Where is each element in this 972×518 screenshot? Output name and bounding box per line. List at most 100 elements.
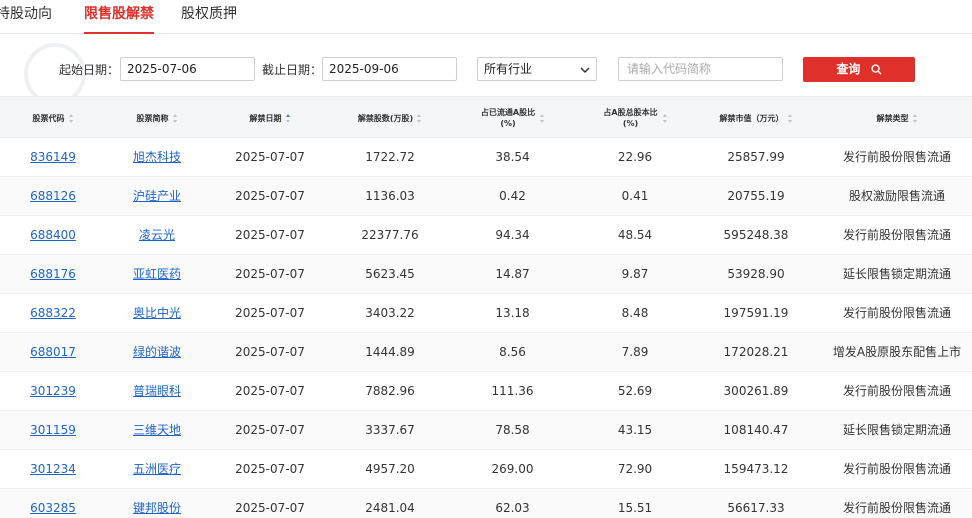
unlock-date: 2025-07-07	[235, 423, 305, 437]
tab-holding-trends[interactable]: 持股动向	[0, 4, 52, 34]
stock-name-link[interactable]: 绿的谐波	[117, 333, 197, 372]
stock-code-link[interactable]: 603285	[18, 489, 88, 518]
tab-bar: 持股动向 限售股解禁 股权质押	[0, 0, 972, 34]
unlock-value: 159473.12	[723, 462, 789, 476]
stock-code-link[interactable]: 301239	[18, 372, 88, 411]
unlock-type: 股权激励限售流通	[848, 189, 945, 203]
start-date-label: 起始日期：	[59, 63, 120, 77]
total-ratio: 52.69	[617, 384, 653, 398]
unlock-value: 595248.38	[723, 228, 789, 242]
unlock-date: 2025-07-07	[235, 228, 305, 242]
tab-restricted-unlock[interactable]: 限售股解禁	[84, 4, 154, 34]
stock-name-link[interactable]: 凌云光	[117, 216, 197, 255]
stock-code-link[interactable]: 301159	[18, 411, 88, 450]
header-stock-name[interactable]: 股票简称	[117, 97, 197, 139]
unlock-date: 2025-07-07	[235, 345, 305, 359]
unlock-value: 197591.19	[723, 306, 789, 320]
unlock-shares: 1722.72	[365, 150, 415, 164]
unlock-shares: 1136.03	[365, 189, 415, 203]
unlock-date: 2025-07-07	[235, 501, 305, 515]
header-float-ratio[interactable]: 占已流通A股比(%)	[465, 97, 560, 139]
stock-name-link[interactable]: 键邦股份	[117, 489, 197, 518]
stock-code-link[interactable]: 688400	[18, 216, 88, 255]
sort-asc-icon	[285, 113, 291, 123]
query-button-label: 查询	[836, 62, 861, 76]
stock-name-link[interactable]: 三维天地	[117, 411, 197, 450]
unlock-date: 2025-07-07	[235, 384, 305, 398]
unlock-value: 56617.33	[727, 501, 785, 515]
tab-equity-pledge[interactable]: 股权质押	[181, 4, 237, 34]
unlock-shares: 3403.22	[365, 306, 415, 320]
unlock-date: 2025-07-07	[235, 306, 305, 320]
filter-bar: 起始日期： 2025-07-06 截止日期： 2025-09-06 所有行业 请…	[0, 35, 972, 105]
float-ratio: 78.58	[495, 423, 530, 437]
code-search-input[interactable]: 请输入代码简称	[618, 57, 783, 81]
stock-name-link[interactable]: 沪硅产业	[117, 177, 197, 216]
total-ratio: 7.89	[621, 345, 649, 359]
float-ratio: 269.00	[491, 462, 534, 476]
float-ratio: 0.42	[499, 189, 526, 203]
unlock-value: 25857.99	[727, 150, 785, 164]
float-ratio: 13.18	[495, 306, 530, 320]
unlock-shares: 3337.67	[365, 423, 415, 437]
unlock-type: 延长限售锁定期流通	[842, 267, 951, 281]
sort-icon	[68, 113, 74, 123]
unlock-type: 发行前股份限售流通	[842, 150, 951, 164]
stock-name-link[interactable]: 普瑞眼科	[117, 372, 197, 411]
stock-code-link[interactable]: 688322	[18, 294, 88, 333]
sort-icon	[417, 113, 422, 123]
stock-code-link[interactable]: 688176	[18, 255, 88, 294]
stock-code-link[interactable]: 688017	[18, 333, 88, 372]
float-ratio: 14.87	[495, 267, 530, 281]
header-total-ratio[interactable]: 占A股总股本比(%)	[590, 97, 680, 139]
header-unlock-value[interactable]: 解禁市值（万元）	[693, 97, 819, 139]
total-ratio: 9.87	[621, 267, 649, 281]
unlock-type: 发行前股份限售流通	[842, 228, 951, 242]
start-date-input[interactable]: 2025-07-06	[120, 57, 255, 81]
float-ratio: 38.54	[495, 150, 530, 164]
sort-icon	[787, 113, 793, 123]
unlock-date: 2025-07-07	[235, 462, 305, 476]
unlock-date: 2025-07-07	[235, 150, 305, 164]
unlock-shares: 5623.45	[365, 267, 415, 281]
unlock-type: 延长限售锁定期流通	[842, 423, 951, 437]
stock-name-link[interactable]: 奥比中光	[117, 294, 197, 333]
table-row: 688017 绿的谐波 2025-07-07 1444.89 8.56 7.89…	[0, 333, 972, 372]
float-ratio: 8.56	[499, 345, 526, 359]
header-unlock-date[interactable]: 解禁日期	[224, 97, 316, 139]
table-row: 688322 奥比中光 2025-07-07 3403.22 13.18 8.4…	[0, 294, 972, 333]
unlock-value: 172028.21	[723, 345, 789, 359]
table-row: 603285 键邦股份 2025-07-07 2481.04 62.03 15.…	[0, 489, 972, 518]
table-header: 股票代码 股票简称 解禁日期 解禁股数(万股) 占已流通A股比(%) 占A股总股…	[0, 96, 972, 138]
unlock-value: 300261.89	[723, 384, 789, 398]
industry-select[interactable]: 所有行业	[477, 57, 597, 81]
total-ratio: 72.90	[617, 462, 653, 476]
unlock-value: 53928.90	[727, 267, 785, 281]
unlock-type: 发行前股份限售流通	[842, 462, 951, 476]
stock-code-link[interactable]: 301234	[18, 450, 88, 489]
total-ratio: 22.96	[617, 150, 653, 164]
unlock-value: 108140.47	[723, 423, 789, 437]
total-ratio: 43.15	[617, 423, 653, 437]
unlock-value: 20755.19	[727, 189, 785, 203]
unlock-type: 增发A股原股东配售上市	[832, 345, 962, 359]
header-unlock-type[interactable]: 解禁类型	[822, 97, 972, 139]
table-row: 836149 旭杰科技 2025-07-07 1722.72 38.54 22.…	[0, 138, 972, 177]
total-ratio: 0.41	[621, 189, 649, 203]
stock-code-link[interactable]: 836149	[18, 138, 88, 177]
header-unlock-shares[interactable]: 解禁股数(万股)	[330, 97, 450, 139]
end-date-input[interactable]: 2025-09-06	[322, 57, 457, 81]
header-stock-code[interactable]: 股票代码	[18, 97, 88, 139]
query-button[interactable]: 查询	[803, 57, 915, 82]
search-icon	[871, 64, 882, 75]
table-row: 301239 普瑞眼科 2025-07-07 7882.96 111.36 52…	[0, 372, 972, 411]
stock-name-link[interactable]: 旭杰科技	[117, 138, 197, 177]
unlock-shares: 22377.76	[361, 228, 419, 242]
stock-name-link[interactable]: 五洲医疗	[117, 450, 197, 489]
stock-code-link[interactable]: 688126	[18, 177, 88, 216]
stock-name-link[interactable]: 亚虹医药	[117, 255, 197, 294]
chevron-down-icon	[580, 67, 590, 74]
unlock-type: 发行前股份限售流通	[842, 501, 951, 515]
sort-icon	[172, 113, 178, 123]
unlock-date: 2025-07-07	[235, 189, 305, 203]
